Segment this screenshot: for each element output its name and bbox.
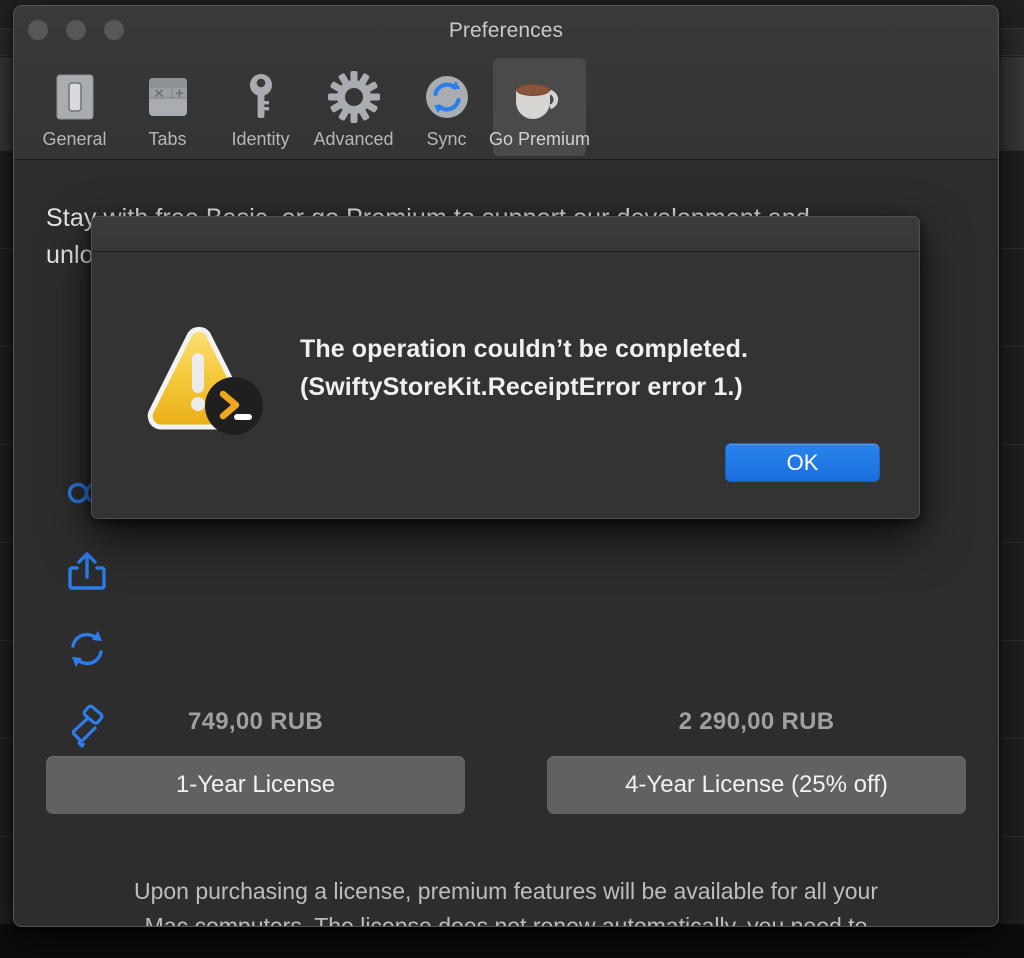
toolbar-item-tabs[interactable]: Tabs	[121, 58, 214, 156]
note-line-2: Mac computers. The license does not rene…	[144, 913, 868, 927]
alert-message: The operation couldn’t be completed. (Sw…	[300, 330, 889, 406]
alert-message-line-2: (SwiftyStoreKit.ReceiptError error 1.)	[300, 373, 743, 401]
note-line-1: Upon purchasing a license, premium featu…	[133, 878, 879, 904]
key-icon	[234, 66, 288, 128]
feature-item	[64, 548, 110, 594]
share-export-icon	[64, 548, 110, 594]
window-title: Preferences	[448, 19, 564, 42]
alert-titlebar[interactable]	[92, 217, 919, 252]
alert-message-line-1: The operation couldn’t be completed.	[300, 335, 749, 363]
preferences-toolbar: General Tabs Identity Advanced Sync Go P…	[14, 54, 998, 160]
screen: Preferences General Tabs Identity Advanc…	[0, 0, 1024, 958]
pricing-row: 749,00 RUB 1-Year License 2 290,00 RUB 4…	[46, 708, 966, 814]
background-bottom-bar	[0, 924, 1024, 958]
buy-1-year-button[interactable]: 1-Year License	[46, 756, 465, 814]
plan-price: 2 290,00 RUB	[678, 708, 835, 735]
toolbar-item-general[interactable]: General	[28, 58, 121, 156]
toolbar-item-go-premium[interactable]: Go Premium	[489, 58, 590, 156]
tabs-icon	[141, 66, 195, 128]
error-alert-dialog: The operation couldn’t be completed. (Sw…	[91, 216, 920, 519]
toolbar-label: Go Premium	[488, 129, 591, 149]
toolbar-label: Tabs	[148, 129, 187, 149]
feature-item	[64, 626, 110, 672]
alert-body: The operation couldn’t be completed. (Sw…	[92, 252, 919, 518]
sync-arrows-icon	[64, 626, 110, 672]
plan-price: 749,00 RUB	[187, 708, 324, 735]
plan-4-year: 2 290,00 RUB 4-Year License (25% off)	[547, 708, 966, 814]
window-titlebar[interactable]: Preferences	[14, 6, 998, 54]
toolbar-label: Identity	[231, 129, 290, 149]
toolbar-label: General	[42, 129, 107, 149]
toolbar-item-identity[interactable]: Identity	[214, 58, 307, 156]
sync-circle-icon	[420, 66, 474, 128]
toolbar-item-advanced[interactable]: Advanced	[307, 58, 400, 156]
toggle-switch-icon	[48, 66, 102, 128]
coffee-cup-icon	[510, 66, 570, 128]
license-note: Upon purchasing a license, premium featu…	[58, 874, 954, 927]
buy-4-year-button[interactable]: 4-Year License (25% off)	[547, 756, 966, 814]
ok-button[interactable]: OK	[725, 443, 880, 482]
toolbar-label: Advanced	[313, 129, 394, 149]
warning-triangle-terminal-badge-icon	[142, 324, 266, 442]
toolbar-label: Sync	[426, 129, 467, 149]
toolbar-item-sync[interactable]: Sync	[400, 58, 493, 156]
gear-icon	[326, 66, 382, 128]
plan-1-year: 749,00 RUB 1-Year License	[46, 708, 465, 814]
